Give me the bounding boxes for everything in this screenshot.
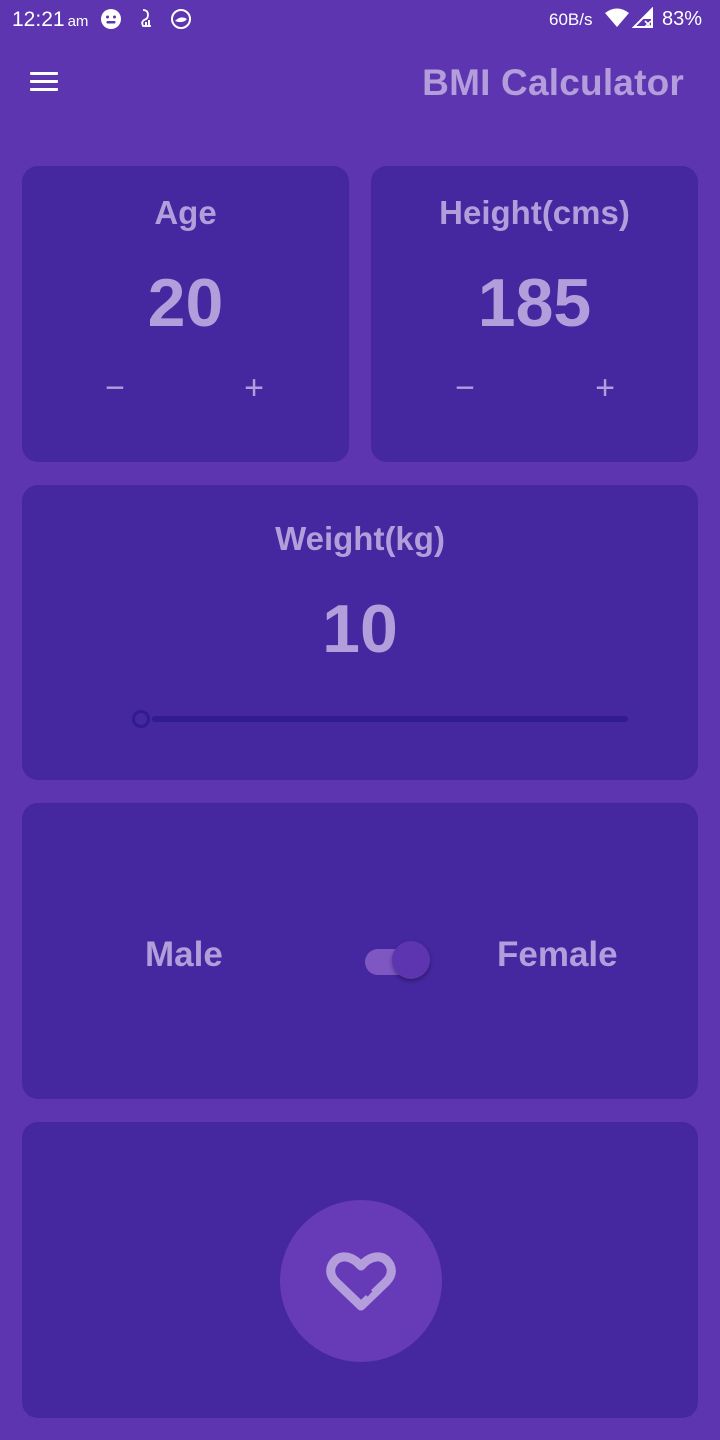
signal-icon bbox=[632, 7, 653, 28]
status-time: 12:21 am bbox=[12, 8, 88, 32]
calculate-button[interactable] bbox=[280, 1200, 442, 1362]
hamburger-menu-icon[interactable] bbox=[30, 72, 58, 94]
weight-card: Weight(kg) 10 bbox=[22, 485, 698, 780]
weight-value: 10 bbox=[322, 591, 398, 667]
status-time-value: 12:21 bbox=[12, 8, 65, 31]
status-time-ampm: am bbox=[67, 13, 89, 30]
calculate-card bbox=[22, 1122, 698, 1418]
battery-level: 83% bbox=[662, 8, 703, 30]
age-label: Age bbox=[154, 194, 217, 231]
weight-slider-thumb[interactable] bbox=[132, 710, 150, 728]
status-bar: 12:21 am 60B/s 83% bbox=[0, 0, 720, 40]
weight-label: Weight(kg) bbox=[275, 520, 445, 557]
gender-toggle[interactable] bbox=[365, 941, 431, 981]
weight-slider-track[interactable] bbox=[152, 716, 628, 722]
network-speed: 60B/s bbox=[549, 10, 593, 29]
gender-toggle-knob bbox=[392, 941, 430, 979]
female-label: Female bbox=[497, 935, 618, 974]
vpn-icon bbox=[171, 9, 191, 29]
face-icon bbox=[101, 9, 121, 29]
wifi-icon bbox=[605, 8, 629, 27]
heart-outline-icon bbox=[326, 1252, 396, 1311]
app-bar: BMI Calculator bbox=[0, 40, 720, 128]
app-screen: 12:21 am 60B/s 83% BMI Calculator Age 20… bbox=[0, 0, 720, 1440]
gender-card: Male Female bbox=[22, 803, 698, 1099]
male-label: Male bbox=[145, 935, 223, 974]
height-increment-button[interactable]: + bbox=[585, 368, 625, 408]
age-decrement-button[interactable]: − bbox=[95, 368, 135, 408]
height-card: Height(cms) 185 − + bbox=[371, 166, 698, 462]
height-value: 185 bbox=[477, 265, 592, 341]
age-value: 20 bbox=[147, 265, 224, 341]
age-increment-button[interactable]: + bbox=[234, 368, 274, 408]
data-usage-icon bbox=[141, 9, 151, 27]
height-label: Height(cms) bbox=[439, 194, 630, 231]
height-decrement-button[interactable]: − bbox=[445, 368, 485, 408]
app-title: BMI Calculator bbox=[422, 62, 684, 103]
age-card: Age 20 − + bbox=[22, 166, 349, 462]
